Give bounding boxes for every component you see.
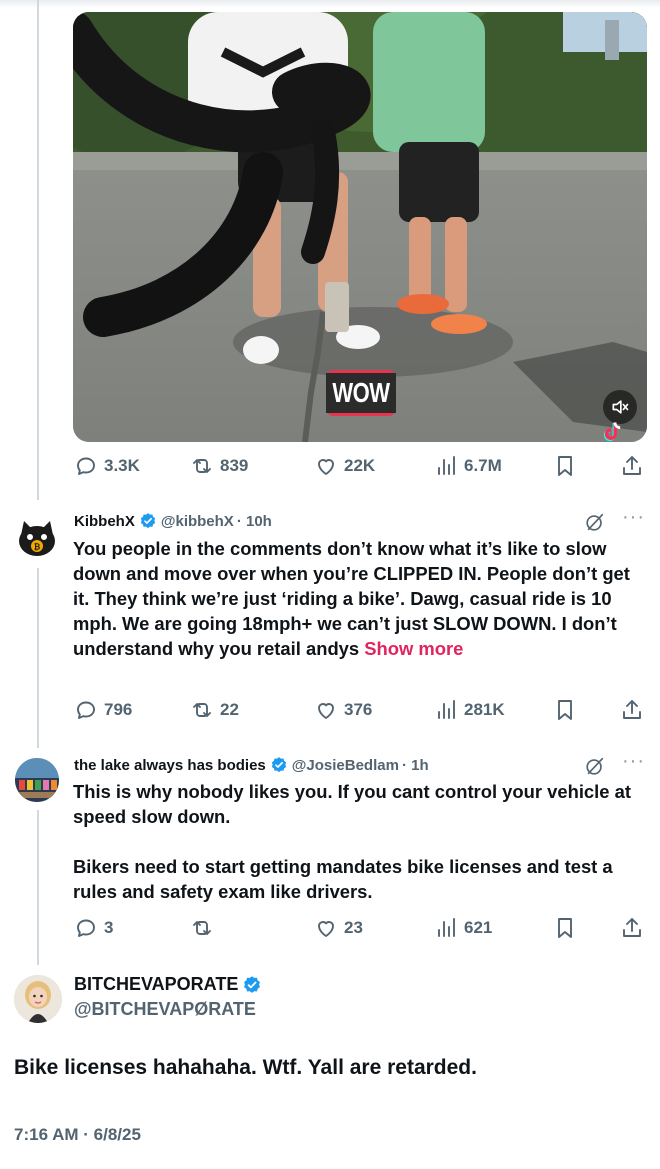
reply-action-bar: 796 22 376 281K [0, 695, 660, 725]
more-options-icon[interactable]: ··· [622, 751, 645, 771]
reply-count: 3.3K [104, 456, 140, 475]
avatar[interactable] [14, 975, 62, 1023]
bookmark-button[interactable] [553, 451, 577, 481]
post-time[interactable]: · 1h [402, 757, 429, 774]
display-name[interactable]: BITCHEVAPORATE [74, 974, 238, 995]
grok-icon[interactable] [584, 755, 606, 777]
repost-icon [193, 921, 211, 935]
reply-text: You people in the comments don’t know wh… [73, 538, 630, 659]
main-post-text: Bike licenses hahahaha. Wtf. Yall are re… [14, 1056, 477, 1079]
thread-line [37, 0, 39, 500]
repost-button[interactable]: 22 [190, 695, 239, 725]
like-button[interactable]: 22K [314, 451, 375, 481]
display-name[interactable]: the lake always has bodies [74, 757, 266, 774]
heart-icon [318, 459, 334, 475]
repost-icon [193, 703, 211, 717]
reply-button[interactable]: 3 [74, 913, 113, 943]
reply-button[interactable]: 796 [74, 695, 132, 725]
verified-badge-icon [271, 757, 286, 773]
reply-button[interactable]: 3.3K [74, 451, 140, 481]
reply-count: 3 [104, 918, 114, 937]
reply-icon [77, 457, 95, 475]
reply-header: KibbehX @kibbehX · 10h [74, 512, 272, 530]
top-edge [0, 0, 660, 8]
main-post-name-row: BITCHEVAPORATE [74, 974, 266, 995]
bookmark-icon [558, 700, 572, 720]
like-button[interactable]: 376 [314, 695, 372, 725]
post-timestamp[interactable]: 7:16 AM · 6/8/25 [14, 1125, 141, 1145]
verified-badge-icon [140, 513, 155, 529]
view-count: 6.7M [464, 456, 502, 475]
heart-icon [318, 921, 334, 937]
views-button[interactable]: 621 [434, 913, 492, 943]
grok-icon[interactable] [584, 511, 606, 533]
heart-icon [318, 703, 334, 719]
reply-action-bar: 3 23 621 [0, 913, 660, 943]
views-button[interactable]: 6.7M [434, 451, 502, 481]
like-count: 376 [344, 700, 373, 719]
repost-count: 22 [220, 700, 239, 719]
cat-avatar-icon: ₿ [19, 521, 55, 556]
store-avatar-icon [15, 758, 59, 802]
handle[interactable]: @BITCHEVAPØRATE [74, 999, 256, 1020]
mute-speaker-icon[interactable] [603, 390, 637, 424]
svg-text:₿: ₿ [34, 543, 41, 552]
reply-icon [77, 919, 95, 937]
avatar[interactable]: ₿ [15, 515, 59, 559]
more-options-icon[interactable]: ··· [622, 507, 645, 527]
video-media[interactable]: WOW [73, 12, 647, 442]
like-count: 23 [344, 918, 363, 937]
bookmark-icon [558, 918, 572, 938]
share-icon [623, 918, 641, 937]
repost-button[interactable]: 839 [190, 451, 248, 481]
doll-avatar-icon [14, 975, 62, 1023]
post-time[interactable]: · 10h [237, 513, 272, 530]
share-button[interactable] [620, 913, 644, 943]
views-chart-icon [438, 456, 455, 475]
like-button[interactable]: 23 [314, 913, 363, 943]
repost-icon [193, 459, 211, 473]
handle[interactable]: @JosieBedlam [292, 757, 399, 774]
bookmark-button[interactable] [553, 695, 577, 725]
reply-text: This is why nobody likes you. If you can… [73, 781, 631, 902]
share-button[interactable] [620, 451, 644, 481]
bookmark-button[interactable] [553, 913, 577, 943]
repost-count: 839 [220, 456, 249, 475]
share-icon [623, 456, 641, 475]
verified-badge-icon [244, 975, 261, 993]
views-chart-icon [438, 918, 455, 937]
show-more-link[interactable]: Show more [364, 638, 463, 659]
reply-count: 796 [104, 700, 133, 719]
views-chart-icon [438, 700, 455, 719]
repost-button[interactable] [190, 913, 220, 943]
handle[interactable]: @kibbehX [161, 513, 234, 530]
share-button[interactable] [620, 695, 644, 725]
like-count: 22K [344, 456, 376, 475]
avatar[interactable] [15, 758, 59, 802]
share-icon [623, 700, 641, 719]
wow-caption-badge: WOW [326, 370, 396, 416]
view-count: 281K [464, 700, 505, 719]
post-action-bar: 3.3K 839 22K 6.7M [0, 451, 660, 481]
display-name[interactable]: KibbehX [74, 513, 135, 530]
tiktok-icon [603, 422, 621, 442]
reply-icon [77, 701, 95, 719]
views-button[interactable]: 281K [434, 695, 505, 725]
view-count: 621 [464, 918, 493, 937]
bookmark-icon [558, 456, 572, 476]
reply-header: the lake always has bodies @JosieBedlam … [74, 756, 429, 774]
